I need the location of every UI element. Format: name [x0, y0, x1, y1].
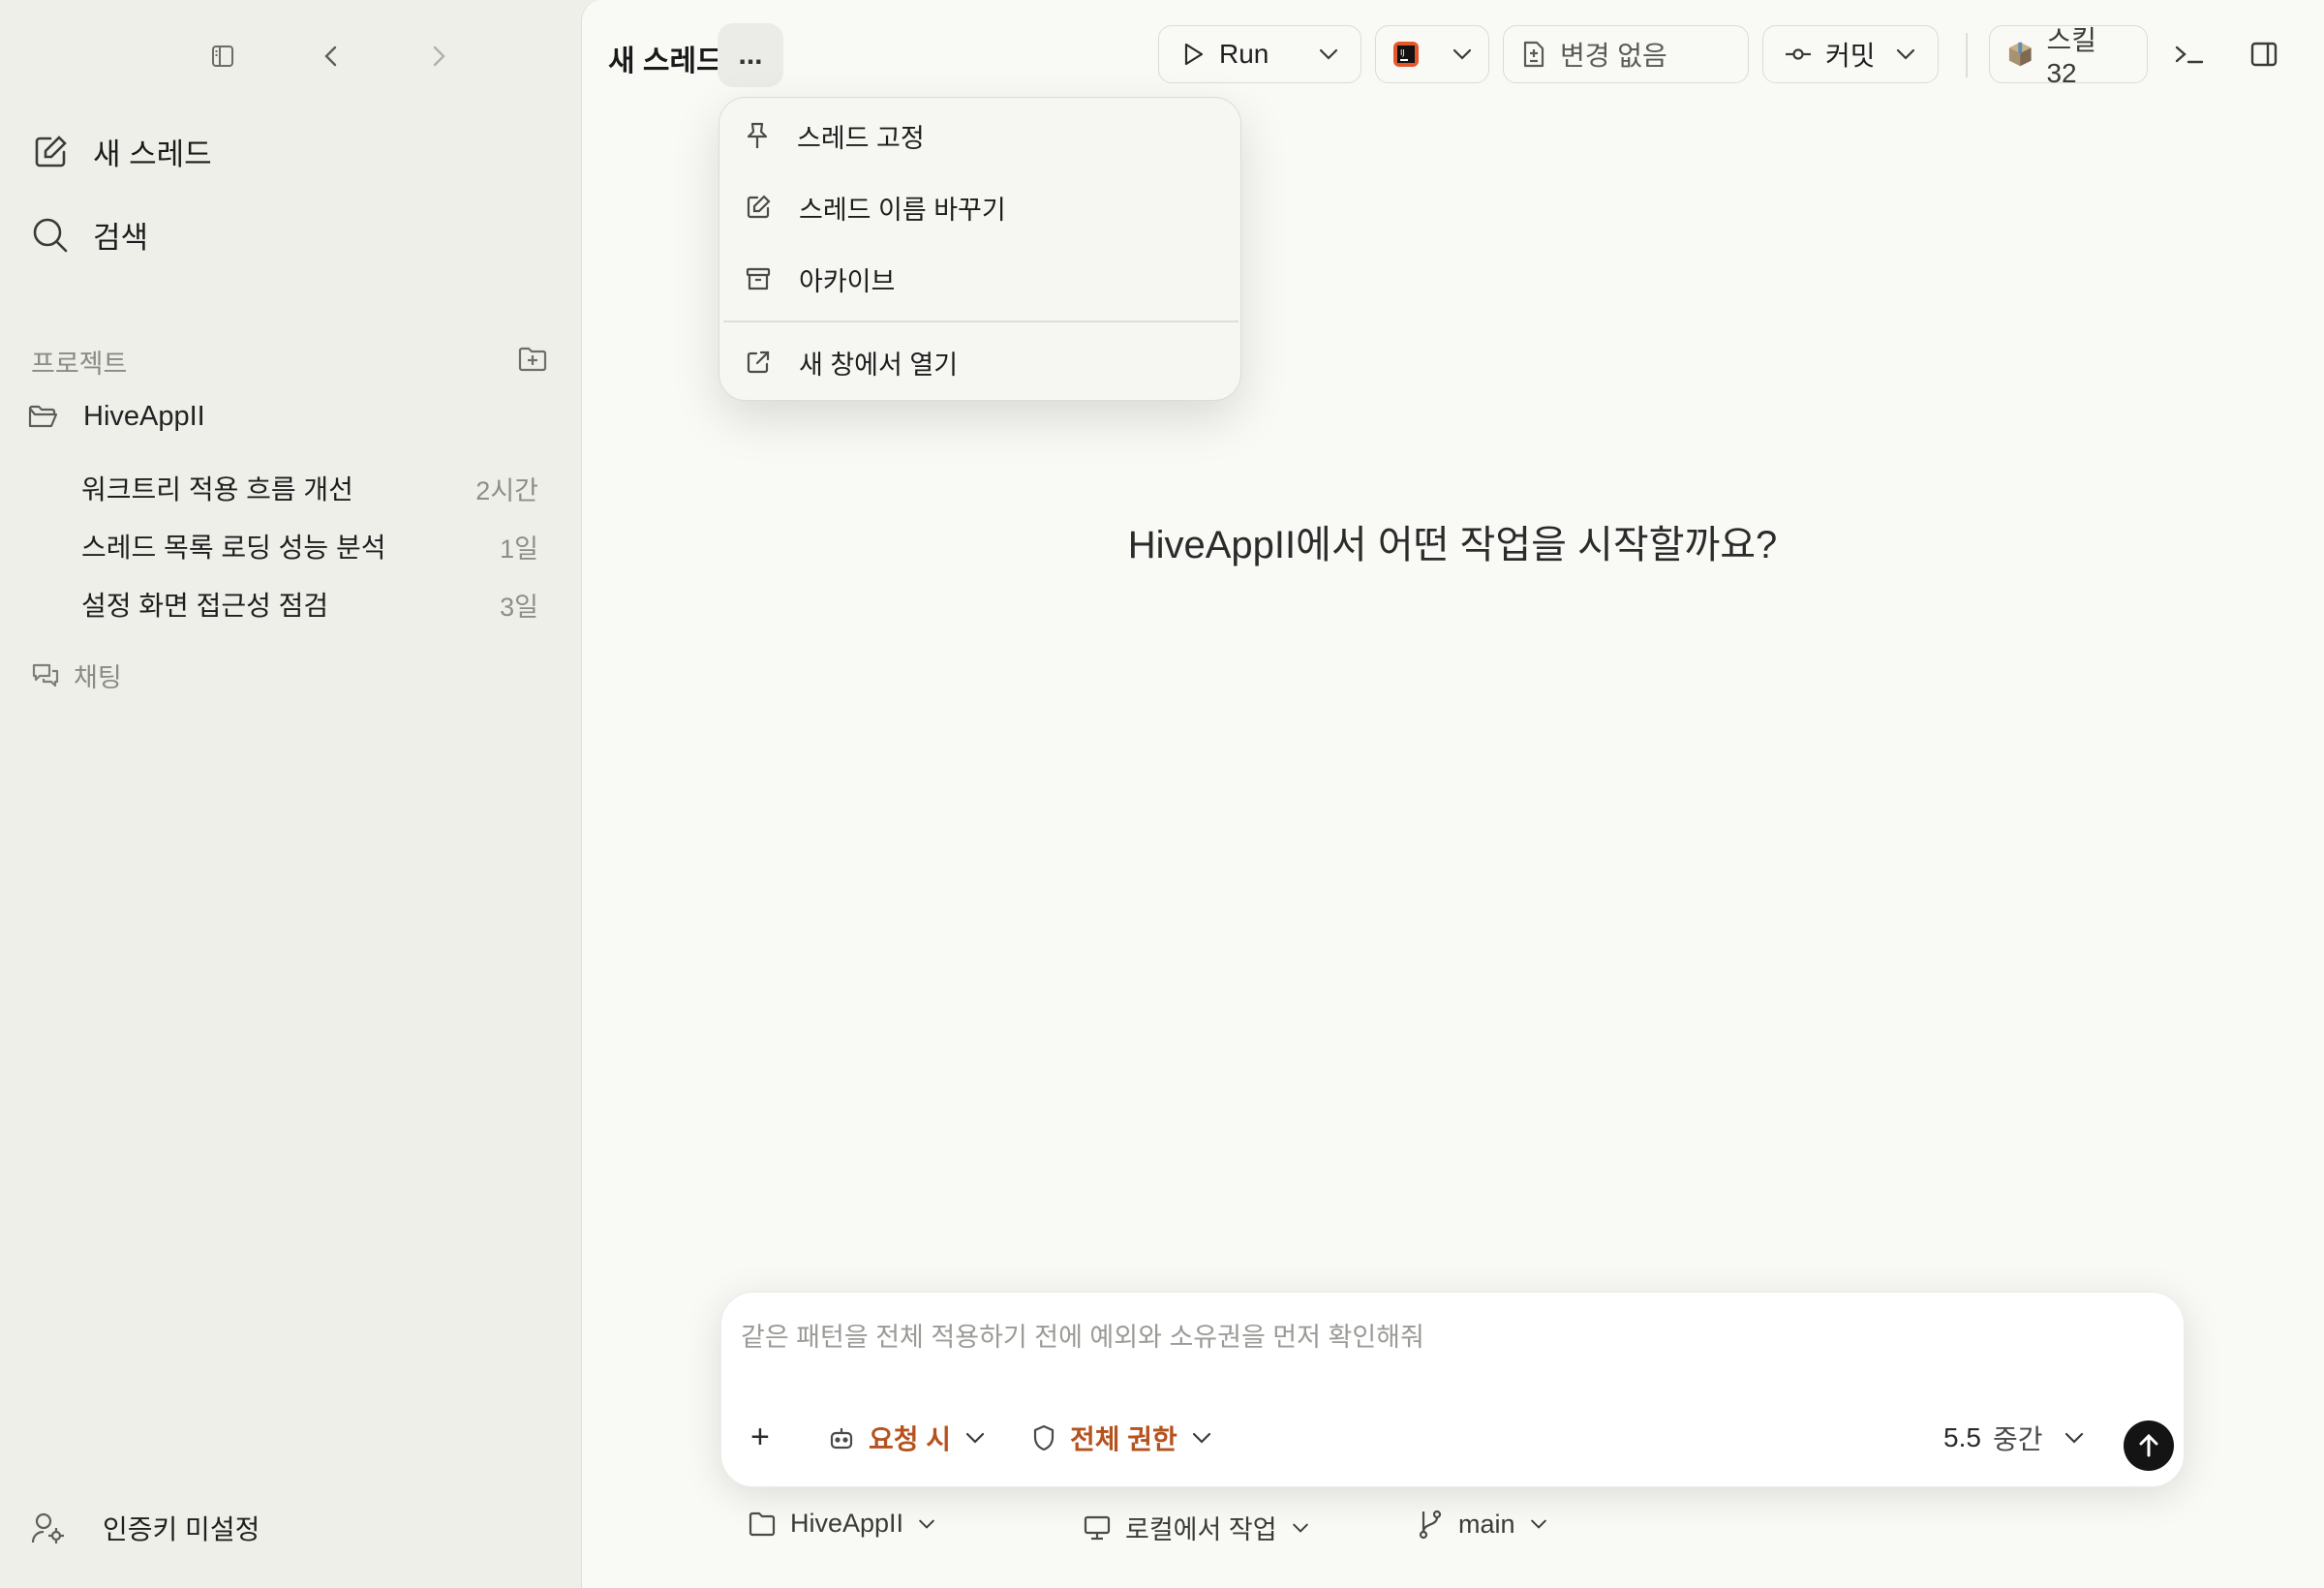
skills-label: 스킬 32: [2046, 25, 2096, 88]
approval-mode-button[interactable]: 요청 시: [828, 1419, 986, 1457]
permission-label: 전체 권한: [1070, 1424, 1177, 1454]
message-input[interactable]: 같은 패턴을 전체 적용하기 전에 예외와 소유권을 먼저 확인해줘: [741, 1316, 1424, 1354]
menu-item-open-new-window[interactable]: 새 창에서 열기: [733, 332, 1229, 392]
menu-separator: [723, 321, 1238, 322]
thread-options-menu: 스레드 고정 스레드 이름 바꾸기 아카이브 새 창에서 열기: [719, 97, 1241, 401]
play-icon: [1184, 43, 1204, 66]
auth-status-button[interactable]: 인증키 미설정: [31, 1509, 260, 1547]
forward-icon[interactable]: [419, 37, 458, 76]
search-icon: [33, 218, 68, 252]
shield-icon: [1033, 1424, 1055, 1451]
more-dots: ...: [738, 39, 763, 71]
chevron-down-icon: [1292, 1523, 1308, 1533]
chevron-down-icon: [1530, 1519, 1546, 1529]
back-icon[interactable]: [312, 37, 351, 76]
thread-age: 1일: [500, 534, 538, 564]
approval-mode-label: 요청 시: [869, 1424, 952, 1454]
changes-label: 변경 없음: [1560, 41, 1667, 71]
run-button[interactable]: Run: [1158, 25, 1361, 83]
thread-item[interactable]: 스레드 목록 로딩 성능 분석 1일: [81, 527, 538, 565]
projects-section-label: 프로젝트: [31, 350, 128, 379]
chevron-down-icon: [965, 1432, 985, 1444]
user-settings-icon: [31, 1512, 64, 1543]
pin-icon: [747, 122, 768, 148]
chevron-down-icon: [1192, 1432, 1210, 1444]
thread-title-header: 새 스레드: [608, 46, 723, 77]
compose-icon: [35, 135, 67, 167]
empty-state-question: HiveAppII에서 어떤 작업을 시작할까요?: [1127, 524, 1778, 566]
menu-item-archive[interactable]: 아카이브: [733, 249, 1229, 309]
folder-icon: [749, 1512, 776, 1536]
edit-icon: [747, 195, 771, 219]
svg-text:IJ: IJ: [1400, 48, 1405, 57]
new-thread-label: 새 스레드: [93, 137, 212, 171]
skills-button[interactable]: 스킬 32: [1989, 25, 2148, 88]
footer-branch-selector[interactable]: main: [1416, 1509, 1548, 1540]
footer-environment-label: 로컬에서 작업: [1125, 1515, 1277, 1544]
model-version: 5.5: [1943, 1422, 1981, 1452]
composer: 같은 패턴을 전체 적용하기 전에 예외와 소유권을 먼저 확인해줘 + 요청 …: [720, 1292, 2185, 1487]
commit-label: 커밋: [1825, 41, 1876, 71]
thread-title: 워크트리 적용 흐름 개선: [81, 474, 353, 504]
ide-selector[interactable]: IJ: [1375, 25, 1489, 83]
chevron-down-icon: [1452, 48, 1472, 60]
new-thread-button[interactable]: 새 스레드: [31, 130, 212, 173]
terminal-icon[interactable]: [2173, 41, 2206, 70]
chevron-down-icon: [919, 1519, 934, 1529]
search-label: 검색: [93, 221, 149, 255]
thread-title: 스레드 목록 로딩 성능 분석: [81, 533, 386, 563]
file-diff-icon: [1523, 41, 1544, 68]
menu-item-label: 아카이브: [799, 266, 896, 296]
chat-label: 채팅: [74, 663, 122, 692]
commit-icon: [1786, 48, 1811, 60]
footer-environment-selector[interactable]: 로컬에서 작업: [1083, 1509, 1310, 1546]
external-link-icon: [747, 351, 770, 374]
menu-item-pin[interactable]: 스레드 고정: [733, 106, 1229, 166]
send-button[interactable]: [2124, 1420, 2174, 1471]
toolbar-divider: [1966, 33, 1968, 77]
model-effort: 중간: [1992, 1424, 2043, 1454]
ide-app-icon: IJ: [1393, 42, 1419, 67]
permission-button[interactable]: 전체 권한: [1031, 1419, 1212, 1457]
thread-title: 설정 화면 접근성 점검: [81, 591, 329, 621]
folder-open-icon: [28, 405, 58, 427]
sidebar: 새 스레드 검색 프로젝트 HiveAppII 워크트리 적용 흐름 개선 2시…: [0, 0, 581, 1588]
menu-item-rename[interactable]: 스레드 이름 바꾸기: [733, 177, 1229, 237]
thread-item[interactable]: 워크트리 적용 흐름 개선 2시간: [81, 469, 538, 507]
thread-age: 3일: [500, 592, 538, 622]
toggle-sidebar-icon[interactable]: [203, 37, 242, 76]
thread-more-button[interactable]: ...: [718, 23, 783, 87]
menu-item-label: 새 창에서 열기: [799, 350, 959, 380]
footer-project-label: HiveAppII: [790, 1509, 904, 1538]
model-selector[interactable]: 5.5 중간: [1943, 1419, 2085, 1457]
thread-item[interactable]: 설정 화면 접근성 점검 3일: [81, 585, 538, 624]
chevron-down-icon: [2065, 1432, 2084, 1444]
arrow-up-icon: [2139, 1433, 2158, 1457]
add-attachment-button[interactable]: +: [750, 1419, 770, 1456]
menu-item-label: 스레드 이름 바꾸기: [799, 195, 1006, 225]
footer-branch-label: main: [1458, 1509, 1515, 1539]
chat-section[interactable]: 채팅: [31, 657, 122, 694]
auth-status-label: 인증키 미설정: [103, 1514, 260, 1544]
add-project-icon[interactable]: [517, 345, 548, 374]
thread-age: 2시간: [475, 475, 538, 505]
run-label: Run: [1219, 39, 1269, 69]
archive-icon: [746, 267, 771, 290]
monitor-icon: [1084, 1515, 1111, 1540]
package-icon: [2008, 42, 2032, 67]
menu-item-label: 스레드 고정: [797, 123, 925, 153]
chevron-down-icon: [1896, 48, 1915, 60]
add-icon: +: [750, 1419, 770, 1455]
git-branch-icon: [1419, 1510, 1442, 1540]
footer-project-selector[interactable]: HiveAppII: [748, 1509, 936, 1539]
project-item[interactable]: HiveAppII: [27, 401, 205, 433]
commit-button[interactable]: 커밋: [1762, 25, 1939, 83]
robot-icon: [830, 1428, 853, 1450]
chevron-down-icon: [1319, 48, 1338, 60]
toggle-panel-icon[interactable]: [2248, 39, 2279, 70]
search-button[interactable]: 검색: [31, 213, 148, 257]
project-name: HiveAppII: [83, 401, 205, 432]
chat-icon: [32, 663, 59, 687]
changes-button[interactable]: 변경 없음: [1503, 25, 1749, 83]
